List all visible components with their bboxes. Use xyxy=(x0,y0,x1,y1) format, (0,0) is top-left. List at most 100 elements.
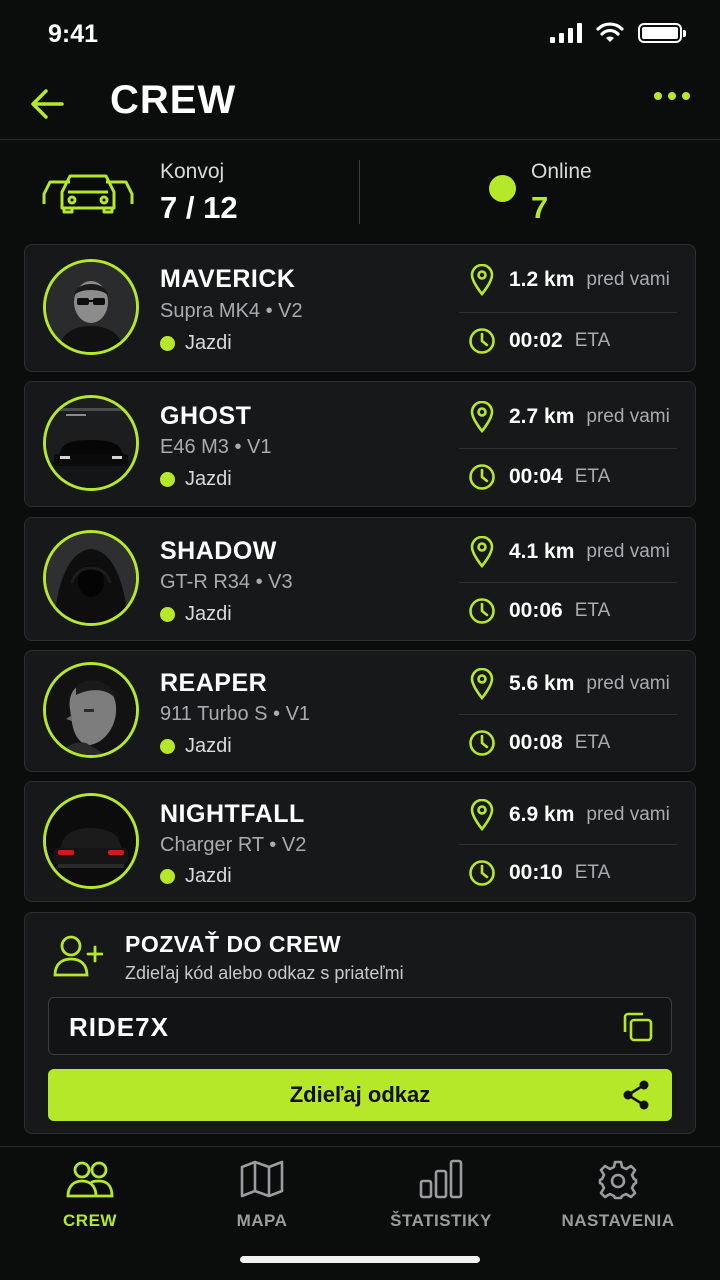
member-status: Jazdi xyxy=(160,468,232,491)
status-bar: 9:41 xyxy=(0,0,720,70)
eta-value: 00:02 xyxy=(509,329,563,352)
distance-suffix: pred vami xyxy=(586,673,670,694)
eta-suffix: ETA xyxy=(574,466,611,487)
eta-value: 00:06 xyxy=(509,599,563,622)
member-card[interactable]: SHADOW GT-R R34 • V3 Jazdi 4.1 km pred v… xyxy=(24,517,696,641)
invite-subtitle: Zdieľaj kód alebo odkaz s priateľmi xyxy=(125,963,404,983)
distance-row: 2.7 km pred vami xyxy=(467,401,670,433)
status-dot xyxy=(160,869,175,884)
page-title: CREW xyxy=(110,78,237,122)
member-status: Jazdi xyxy=(160,865,232,888)
distance-suffix: pred vami xyxy=(586,269,670,290)
cars-icon xyxy=(42,174,134,214)
invite-code: RIDE7X xyxy=(69,1012,169,1042)
nav-label: ŠTATISTIKY xyxy=(390,1211,492,1230)
online-label: Online xyxy=(531,160,592,183)
summary-divider xyxy=(359,160,360,224)
eta-row: 00:02 ETA xyxy=(467,326,610,356)
distance-value: 4.1 km xyxy=(509,540,575,563)
location-pin-icon xyxy=(467,401,497,433)
stat-divider xyxy=(459,582,677,583)
location-pin-icon xyxy=(467,799,497,831)
member-car: 911 Turbo S • V1 xyxy=(160,703,311,725)
member-status: Jazdi xyxy=(160,332,232,355)
distance-value: 5.6 km xyxy=(509,672,575,695)
online-count: 7 xyxy=(531,190,549,225)
clock-icon xyxy=(467,596,497,626)
wifi-icon xyxy=(596,22,624,42)
bar-chart-icon xyxy=(419,1159,463,1199)
member-name: GHOST xyxy=(160,402,252,430)
header: CREW xyxy=(0,70,720,140)
location-pin-icon xyxy=(467,536,497,568)
distance-suffix: pred vami xyxy=(586,541,670,562)
member-car: GT-R R34 • V3 xyxy=(160,571,293,593)
distance-row: 5.6 km pred vami xyxy=(467,668,670,700)
nav-item-mapa[interactable]: MAPA xyxy=(172,1159,352,1249)
arrow-left-icon xyxy=(31,89,64,119)
member-status-label: Jazdi xyxy=(185,735,232,757)
map-icon xyxy=(240,1160,284,1198)
copy-icon xyxy=(623,1012,653,1042)
status-dot xyxy=(160,472,175,487)
battery-icon xyxy=(638,23,686,43)
distance-row: 6.9 km pred vami xyxy=(467,799,670,831)
status-icons xyxy=(550,22,686,44)
status-time: 9:41 xyxy=(48,20,99,48)
member-name: NIGHTFALL xyxy=(160,800,305,828)
member-card[interactable]: NIGHTFALL Charger RT • V2 Jazdi 6.9 km p… xyxy=(24,781,696,902)
clock-icon xyxy=(467,858,497,888)
member-name: SHADOW xyxy=(160,537,277,565)
member-status: Jazdi xyxy=(160,735,232,758)
invite-title: POZVAŤ DO CREW xyxy=(125,931,342,957)
invite-code-field[interactable]: RIDE7X xyxy=(48,997,672,1055)
signal-icon xyxy=(550,23,582,43)
member-car: Supra MK4 • V2 xyxy=(160,300,303,322)
avatar xyxy=(43,662,139,758)
nav-item-statistiky[interactable]: ŠTATISTIKY xyxy=(351,1159,531,1249)
member-car: E46 M3 • V1 xyxy=(160,436,272,458)
avatar xyxy=(43,395,139,491)
share-link-button[interactable]: Zdieľaj odkaz xyxy=(48,1069,672,1121)
eta-row: 00:06 ETA xyxy=(467,596,610,626)
nav-item-crew[interactable]: CREW xyxy=(0,1159,180,1249)
more-button[interactable] xyxy=(654,92,690,100)
eta-value: 00:08 xyxy=(509,731,563,754)
stat-divider xyxy=(459,312,677,313)
back-button[interactable] xyxy=(26,82,70,126)
avatar xyxy=(43,793,139,889)
stat-divider xyxy=(459,714,677,715)
location-pin-icon xyxy=(467,264,497,296)
online-indicator xyxy=(489,175,516,202)
member-status-label: Jazdi xyxy=(185,468,232,490)
share-link-label: Zdieľaj odkaz xyxy=(289,1082,431,1107)
invite-card: POZVAŤ DO CREW Zdieľaj kód alebo odkaz s… xyxy=(24,912,696,1134)
convoy-count: 7 / 12 xyxy=(160,190,238,225)
nav-label: MAPA xyxy=(236,1211,288,1230)
member-status-label: Jazdi xyxy=(185,865,232,887)
member-name: REAPER xyxy=(160,669,268,697)
users-icon xyxy=(66,1161,114,1198)
eta-row: 00:04 ETA xyxy=(467,462,610,492)
avatar xyxy=(43,259,139,355)
gear-icon xyxy=(598,1160,638,1200)
eta-value: 00:04 xyxy=(509,465,563,488)
member-card[interactable]: REAPER 911 Turbo S • V1 Jazdi 5.6 km pre… xyxy=(24,650,696,772)
stat-divider xyxy=(459,448,677,449)
eta-suffix: ETA xyxy=(574,732,611,753)
copy-button[interactable] xyxy=(621,1010,655,1044)
status-dot xyxy=(160,336,175,351)
nav-item-nastavenia[interactable]: NASTAVENIA xyxy=(528,1159,708,1249)
distance-row: 4.1 km pred vami xyxy=(467,536,670,568)
eta-row: 00:10 ETA xyxy=(467,858,610,888)
member-status-label: Jazdi xyxy=(185,332,232,354)
home-indicator[interactable] xyxy=(240,1256,480,1263)
nav-label: NASTAVENIA xyxy=(561,1211,675,1230)
member-card[interactable]: MAVERICK Supra MK4 • V2 Jazdi 1.2 km pre… xyxy=(24,244,696,372)
distance-suffix: pred vami xyxy=(586,406,670,427)
eta-suffix: ETA xyxy=(574,600,611,621)
member-car: Charger RT • V2 xyxy=(160,834,307,856)
clock-icon xyxy=(467,462,497,492)
crew-summary: Konvoj 7 / 12 Online 7 xyxy=(0,140,720,240)
member-card[interactable]: GHOST E46 M3 • V1 Jazdi 2.7 km pred vami… xyxy=(24,381,696,507)
